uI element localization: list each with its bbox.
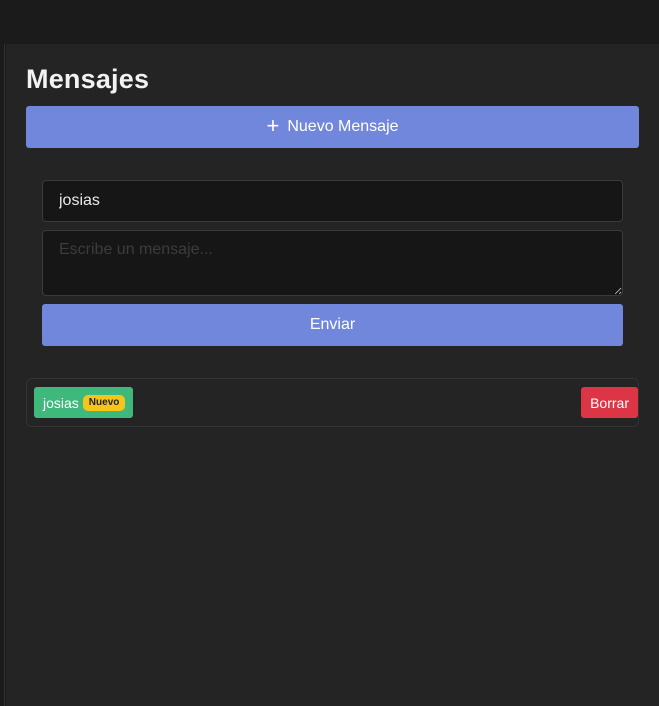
name-input[interactable] [42,180,623,222]
new-badge: Nuevo [82,394,126,411]
page-title: Mensajes [26,64,150,94]
send-button[interactable]: Enviar [42,304,623,346]
message-textarea[interactable] [42,230,623,296]
messages-panel: Mensajes + Nuevo Mensaje Enviar josias N… [6,44,659,706]
delete-button[interactable]: Borrar [581,387,638,418]
new-message-button[interactable]: + Nuevo Mensaje [26,106,639,148]
sender-name: josias [43,394,79,411]
message-list: josias Nuevo Borrar [26,378,639,427]
new-message-label: Nuevo Mensaje [287,118,399,135]
left-divider [0,44,5,706]
list-item: josias Nuevo Borrar [26,378,639,427]
plus-icon: + [266,113,280,138]
top-bar [0,0,659,44]
sender-chip[interactable]: josias Nuevo [34,387,134,418]
